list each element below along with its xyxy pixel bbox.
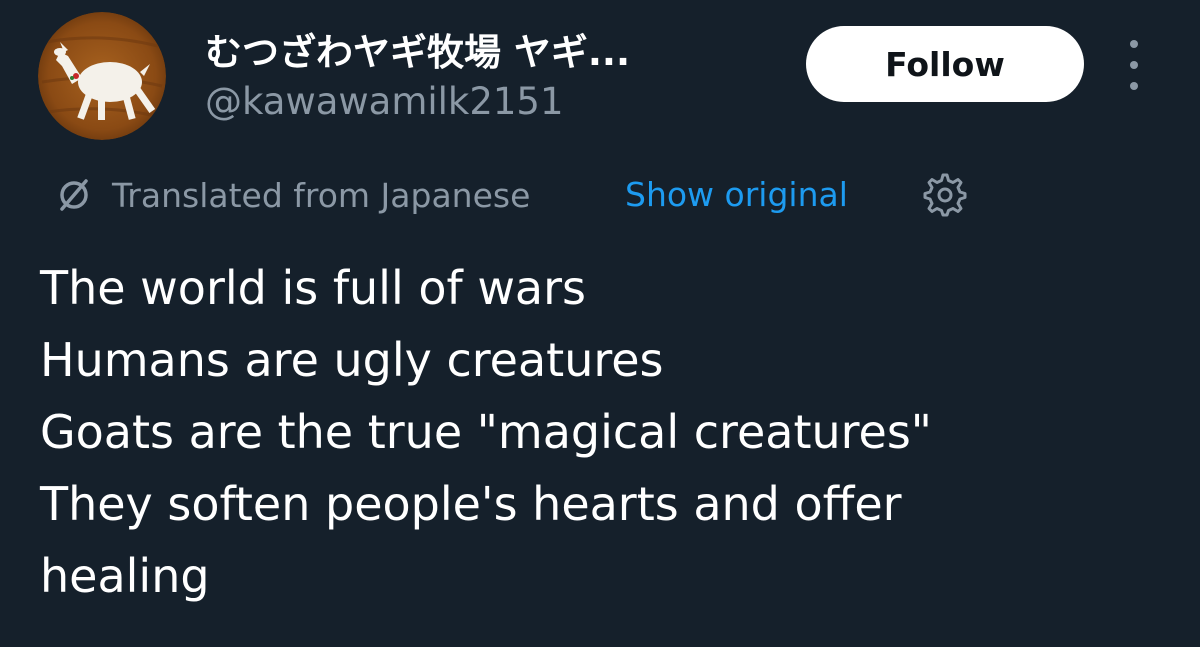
more-options-icon-dot bbox=[1130, 82, 1138, 90]
tweet-text-line: Goats are the true "magical creatures" bbox=[40, 405, 932, 459]
translation-notice: Translated from Japanese bbox=[52, 170, 530, 220]
tweet-text: The world is full of wars Humans are ugl… bbox=[40, 252, 1160, 612]
author-avatar[interactable] bbox=[38, 12, 166, 140]
author-handle[interactable]: @kawawamilk2151 bbox=[205, 80, 564, 123]
tweet-text-line: The world is full of wars bbox=[40, 261, 587, 315]
more-options-icon-dot bbox=[1130, 61, 1138, 69]
gear-icon[interactable] bbox=[920, 170, 970, 220]
author-display-name[interactable]: むつざわヤギ牧場 ヤギ... bbox=[205, 22, 630, 76]
tweet-text-line: healing bbox=[40, 549, 210, 603]
follow-button[interactable]: Follow bbox=[806, 26, 1084, 102]
tweet-card: むつざわヤギ牧場 ヤギ... @kawawamilk2151 Follow Tr… bbox=[0, 0, 1200, 647]
translate-icon bbox=[52, 173, 96, 217]
translated-from-label: Translated from Japanese bbox=[112, 175, 531, 215]
show-original-link[interactable]: Show original bbox=[625, 170, 848, 220]
goat-avatar-icon bbox=[38, 12, 166, 140]
more-options-icon bbox=[1130, 40, 1138, 48]
tweet-text-line: They soften people's hearts and offer bbox=[40, 477, 902, 531]
tweet-text-line: Humans are ugly creatures bbox=[40, 333, 664, 387]
more-options-button[interactable] bbox=[1116, 40, 1152, 90]
